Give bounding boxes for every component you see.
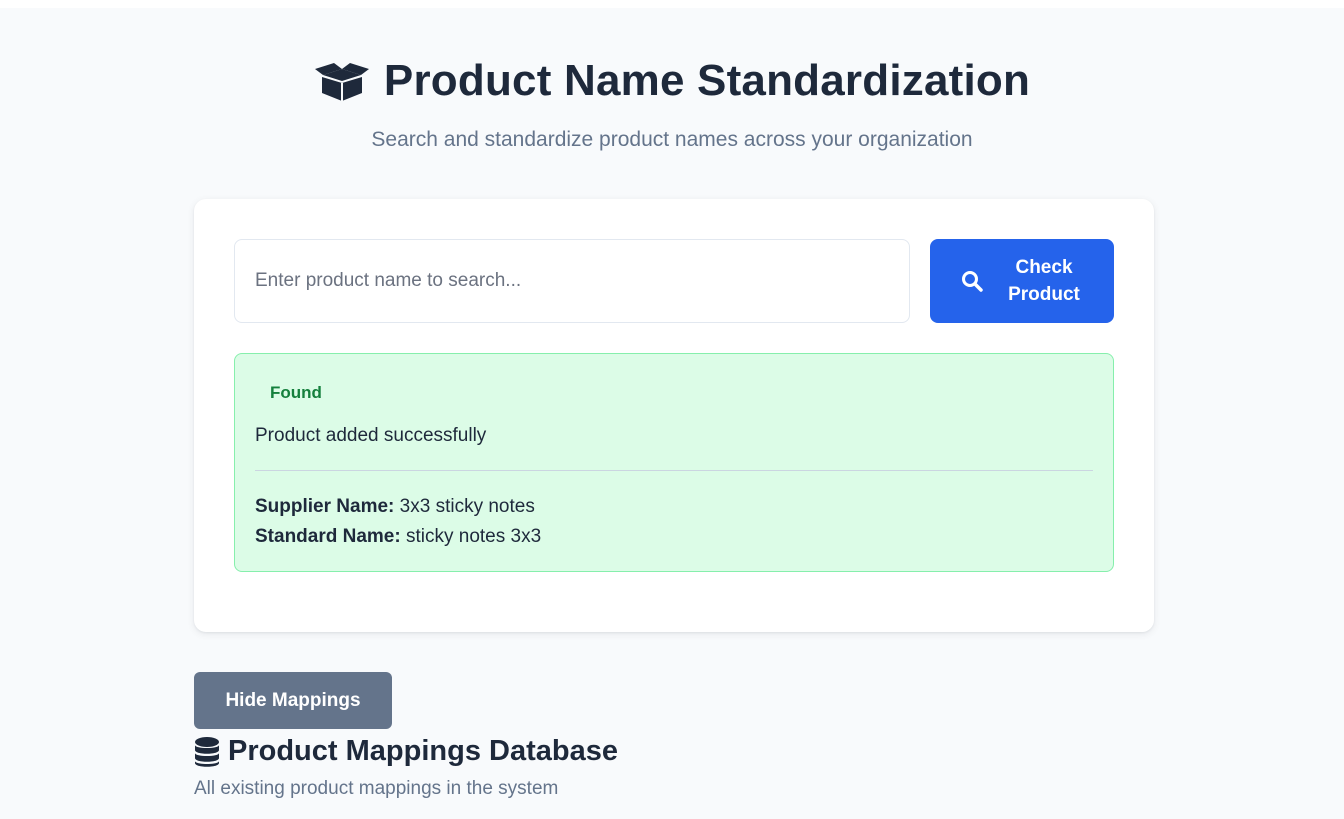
standard-name-value: sticky notes 3x3 [405,526,542,547]
mappings-subtitle: All existing product mappings in the sys… [194,778,559,799]
status-badge: Found [270,383,322,402]
supplier-name-value: 3x3 sticky notes [399,496,535,517]
supplier-name-label: Supplier Name: [255,496,395,517]
result-panel: Found Product added successfully Supplie… [234,353,1114,572]
standard-name-row: Standard Name: sticky notes 3x3 [255,526,541,548]
mappings-title: Product Mappings Database [228,735,618,767]
title-row: Product Name Standardization [314,56,1030,106]
database-icon [194,736,220,768]
supplier-name-row: Supplier Name: 3x3 sticky notes [255,496,535,518]
page-subtitle: Search and standardize product names acr… [371,128,973,151]
standard-name-label: Standard Name: [255,526,401,547]
hide-mappings-button[interactable]: Hide Mappings [194,672,392,729]
page-header: Product Name Standardization Search and … [0,56,1344,152]
search-icon [960,269,984,293]
check-product-label: Check Product [1008,257,1080,305]
page-title: Product Name Standardization [383,56,1031,105]
result-divider [255,470,1093,471]
check-product-button[interactable]: Check Product [930,239,1114,323]
top-bar [0,0,1344,8]
mappings-heading: Product Mappings Database [194,735,618,768]
search-card: Check Product Found Product added succes… [194,199,1154,632]
product-search-input[interactable] [234,239,910,323]
result-message: Product added successfully [255,425,487,446]
box-open-icon [314,59,370,103]
